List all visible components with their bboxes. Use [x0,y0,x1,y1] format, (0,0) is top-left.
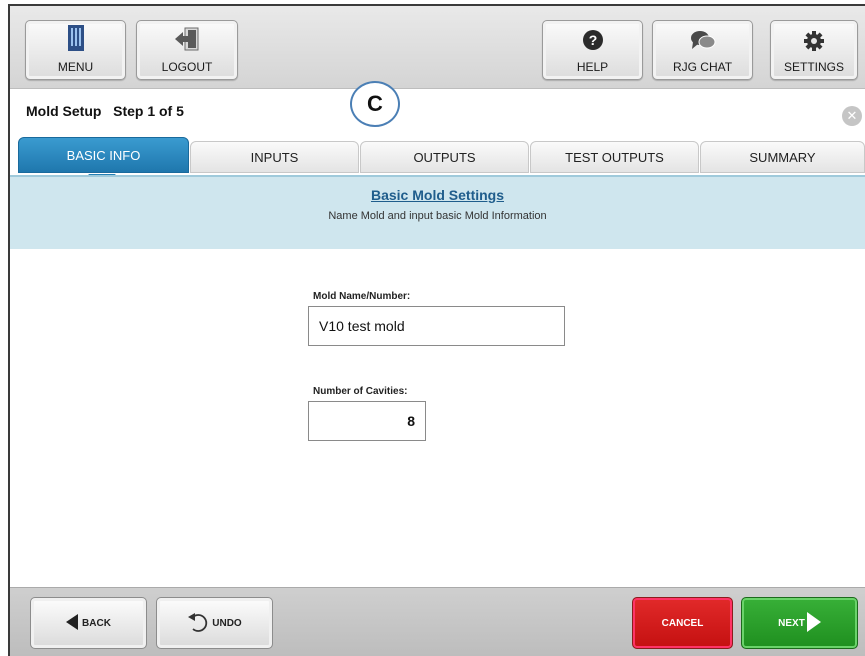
tab-test-outputs[interactable]: TEST OUTPUTS [530,141,699,173]
cavities-input[interactable]: 8 [308,401,426,441]
logout-label: LOGOUT [161,60,213,74]
next-label: NEXT [778,617,805,629]
mold-name-label: Mold Name/Number: [313,291,411,302]
back-button[interactable]: BACK [30,597,147,649]
menu-label: MENU [57,60,94,74]
mold-name-input[interactable]: V10 test mold [308,306,565,346]
top-toolbar: MENU LOGOUT ? HELP RJG CHAT SETTINGS [10,6,865,89]
section-subheading: Name Mold and input basic Mold Informati… [328,210,547,222]
help-label: HELP [576,60,609,74]
page-title: Mold Setup Step 1 of 5 [26,103,184,119]
help-button[interactable]: ? HELP [542,20,643,80]
section-banner: Basic Mold Settings Name Mold and input … [10,175,865,249]
tab-inputs[interactable]: INPUTS [190,141,359,173]
tab-basic-info[interactable]: BASIC INFO [18,137,189,173]
menu-button[interactable]: MENU [25,20,126,80]
cancel-button[interactable]: CANCEL [632,597,733,649]
next-arrow-icon [806,611,821,635]
section-heading: Basic Mold Settings [370,187,505,203]
page-header: Mold Setup Step 1 of 5 [10,89,865,137]
tab-bar: BASIC INFO INPUTS OUTPUTS TEST OUTPUTS S… [10,137,865,175]
settings-button[interactable]: SETTINGS [770,20,858,80]
chat-icon [690,29,716,56]
logout-button[interactable]: LOGOUT [136,20,238,80]
next-button[interactable]: NEXT [741,597,858,649]
menu-icon [67,25,84,56]
settings-label: SETTINGS [783,60,844,74]
logout-icon [173,27,201,56]
bottom-toolbar: BACK UNDO CANCEL NEXT [10,587,865,656]
tab-summary[interactable]: SUMMARY [700,141,865,173]
undo-button[interactable]: UNDO [156,597,273,649]
svg-text:?: ? [588,32,597,48]
undo-icon [187,612,209,635]
back-arrow-icon [66,613,79,633]
help-icon: ? [582,29,604,56]
cavities-label: Number of Cavities: [313,386,408,397]
back-label: BACK [82,617,111,629]
tab-outputs[interactable]: OUTPUTS [360,141,529,173]
gear-icon [804,31,824,56]
chat-label: RJG CHAT [672,60,733,74]
chat-button[interactable]: RJG CHAT [652,20,753,80]
undo-label: UNDO [212,617,242,629]
callout-marker: C [350,81,400,127]
close-icon[interactable]: ✕ [842,106,862,126]
